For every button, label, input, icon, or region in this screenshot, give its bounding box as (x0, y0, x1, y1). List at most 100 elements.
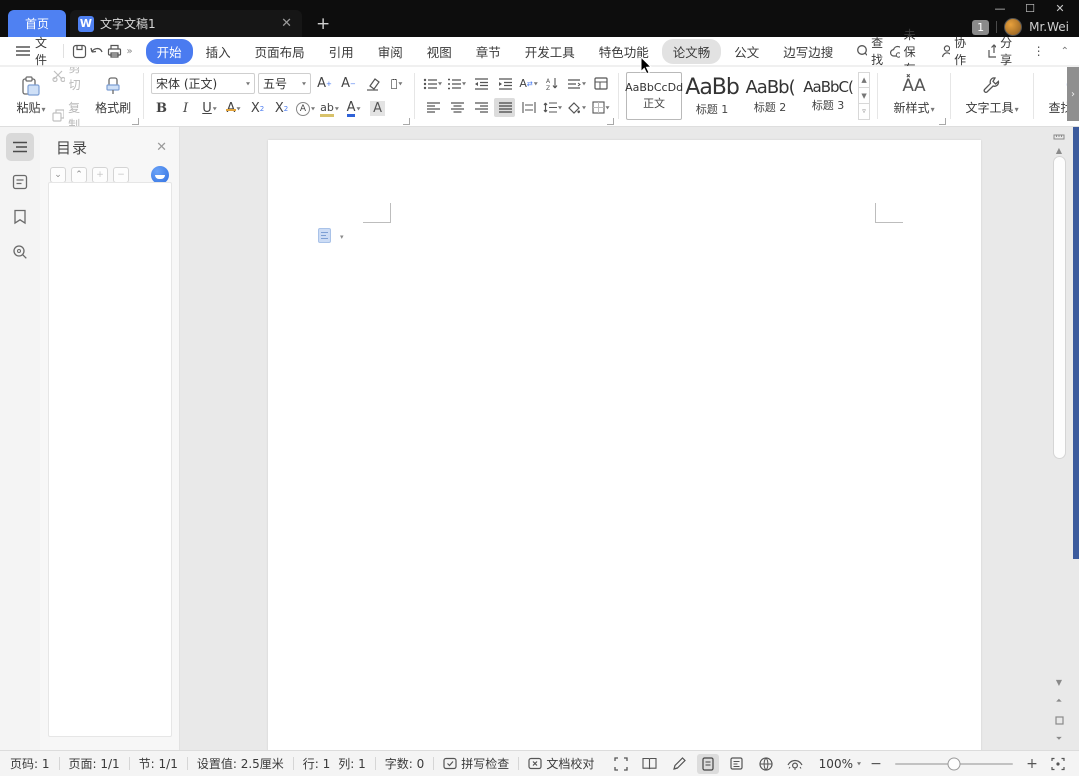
distribute-button[interactable] (518, 98, 539, 117)
embedded-object-anchor[interactable]: ▾ (318, 228, 344, 243)
read-mode-button[interactable] (639, 754, 661, 774)
tab-references[interactable]: 引用 (318, 39, 365, 64)
toc-content-empty[interactable] (48, 182, 172, 737)
tab-home-ribbon[interactable]: 开始 (146, 39, 193, 64)
status-margin-setting[interactable]: 设置值: 2.5厘米 (197, 755, 284, 772)
tab-document[interactable]: W 文字文稿1 ✕ (70, 10, 302, 37)
numbering-button[interactable]: ▾ (446, 74, 467, 93)
browse-object-icon[interactable] (1055, 713, 1064, 727)
minimize-button[interactable]: — (987, 0, 1013, 17)
paragraph-layout-button[interactable] (590, 74, 611, 93)
outline-pane-button[interactable] (6, 133, 34, 161)
bold-button[interactable]: B (151, 99, 172, 118)
justify-button[interactable] (494, 98, 515, 117)
zoom-out-button[interactable]: − (868, 756, 884, 772)
align-center-button[interactable] (446, 98, 467, 117)
subscript-button[interactable]: X2 (271, 99, 292, 118)
next-page-icon[interactable]: ⏷ (1056, 732, 1062, 746)
underline-button[interactable]: U▾ (199, 99, 220, 118)
bookmark-pane-button[interactable] (6, 203, 34, 231)
scroll-down-icon[interactable]: ▼ (1056, 675, 1062, 689)
status-section[interactable]: 节: 1/1 (139, 755, 178, 772)
shading-button[interactable]: ▾ (566, 98, 587, 117)
font-name-select[interactable]: 宋体 (正文) ▾ (151, 73, 255, 94)
show-marks-button[interactable]: ▾ (566, 74, 587, 93)
font-size-select[interactable]: 五号 ▾ (258, 73, 311, 94)
style-heading2[interactable]: AaBb( 标题 2 (742, 72, 798, 120)
copy-button[interactable]: 复制 (52, 99, 90, 128)
tab-page-layout[interactable]: 页面布局 (244, 39, 316, 64)
char-shading-button[interactable]: A (367, 99, 388, 118)
text-effects-button[interactable]: A▾ (295, 99, 316, 118)
comments-pane-button[interactable] (6, 168, 34, 196)
tab-review[interactable]: 审阅 (367, 39, 414, 64)
find-button[interactable]: 查找 (856, 34, 889, 68)
tab-developer[interactable]: 开发工具 (514, 39, 586, 64)
ink-mode-button[interactable] (668, 754, 690, 774)
zoom-slider[interactable] (895, 763, 1013, 765)
strikethrough-button[interactable]: A▾ (223, 99, 244, 118)
styles-more-icon[interactable]: ▿ (859, 104, 869, 119)
grow-font-button[interactable]: A+ (314, 74, 335, 93)
tab-search-while-writing[interactable]: 边写边搜 (772, 39, 844, 64)
dialog-launcher-icon[interactable] (403, 118, 410, 125)
styles-scroll-up-icon[interactable]: ▲ (859, 73, 869, 89)
collapse-ribbon-icon[interactable]: ⌃ (1061, 46, 1069, 57)
ribbon-expand-strip[interactable]: › (1067, 67, 1079, 121)
object-dropdown-icon[interactable]: ▾ (340, 233, 344, 241)
align-left-button[interactable] (422, 98, 443, 117)
status-line[interactable]: 行: 1 (303, 755, 331, 772)
fullscreen-button[interactable] (610, 754, 632, 774)
paste-button[interactable]: 粘贴▾ (10, 70, 52, 122)
styles-scroll-down-icon[interactable]: ▼ (859, 88, 869, 104)
cut-button[interactable]: 剪切 (52, 66, 90, 93)
more-menu-icon[interactable]: ⋮ (1033, 44, 1045, 58)
zoom-level-select[interactable]: 100% ▾ (819, 757, 861, 771)
style-heading1[interactable]: AaBb 标题 1 (684, 72, 740, 120)
tab-paper-tools[interactable]: 论文畅 (662, 39, 722, 64)
undo-button[interactable] (89, 41, 107, 61)
line-spacing-button[interactable]: ▾ (542, 98, 563, 117)
pinyin-guide-button[interactable]: 文̈▾ (386, 74, 407, 93)
expand-all-button[interactable]: ⌃ (71, 167, 87, 183)
tab-section[interactable]: 章节 (465, 39, 512, 64)
previous-page-icon[interactable]: ⏶ (1056, 694, 1062, 708)
tab-close-icon[interactable]: ✕ (279, 16, 294, 31)
text-tools-button[interactable]: 文字工具▾ (958, 70, 1026, 122)
increase-indent-button[interactable] (494, 74, 515, 93)
new-style-button[interactable]: A̽A 新样式▾ (885, 70, 943, 122)
scroll-up-icon[interactable]: ▲ (1056, 143, 1062, 157)
tab-home[interactable]: 首页 (8, 10, 66, 37)
zoom-in-button[interactable]: + (1024, 756, 1040, 772)
align-right-button[interactable] (470, 98, 491, 117)
status-page-number[interactable]: 页码: 1 (10, 755, 50, 772)
proofread-button[interactable]: 文档校对 (528, 755, 594, 772)
page-view-button[interactable] (697, 754, 719, 774)
outline-view-button[interactable] (726, 754, 748, 774)
sort-button[interactable]: AZ (542, 74, 563, 93)
close-button[interactable]: ✕ (1047, 0, 1073, 17)
toc-close-icon[interactable]: ✕ (156, 140, 167, 155)
remove-heading-button[interactable]: − (113, 167, 129, 183)
tab-official-doc[interactable]: 公文 (723, 39, 770, 64)
tab-insert[interactable]: 插入 (195, 39, 242, 64)
web-layout-button[interactable] (755, 754, 777, 774)
bullets-button[interactable]: ▾ (422, 74, 443, 93)
maximize-button[interactable]: ☐ (1017, 0, 1043, 17)
dialog-launcher-icon[interactable] (607, 118, 614, 125)
clear-format-button[interactable] (362, 74, 383, 93)
shrink-font-button[interactable]: A− (338, 74, 359, 93)
superscript-button[interactable]: X2 (247, 99, 268, 118)
share-button[interactable]: 分享 (987, 34, 1017, 68)
toolbar-more-icon[interactable]: » (124, 46, 136, 57)
ruler-toggle-icon[interactable] (1053, 129, 1065, 143)
fit-page-button[interactable] (1047, 754, 1069, 774)
save-button[interactable] (71, 41, 89, 61)
vertical-scrollbar[interactable]: ▲ ▼ ⏶ ⏷ (1048, 127, 1070, 750)
font-color-button[interactable]: A▾ (343, 99, 364, 118)
scrollbar-thumb[interactable] (1053, 156, 1066, 459)
highlight-button[interactable]: ab▾ (319, 99, 340, 118)
tab-view[interactable]: 视图 (416, 39, 463, 64)
new-tab-button[interactable]: + (316, 10, 330, 37)
collapse-all-button[interactable]: ⌄ (50, 167, 66, 183)
